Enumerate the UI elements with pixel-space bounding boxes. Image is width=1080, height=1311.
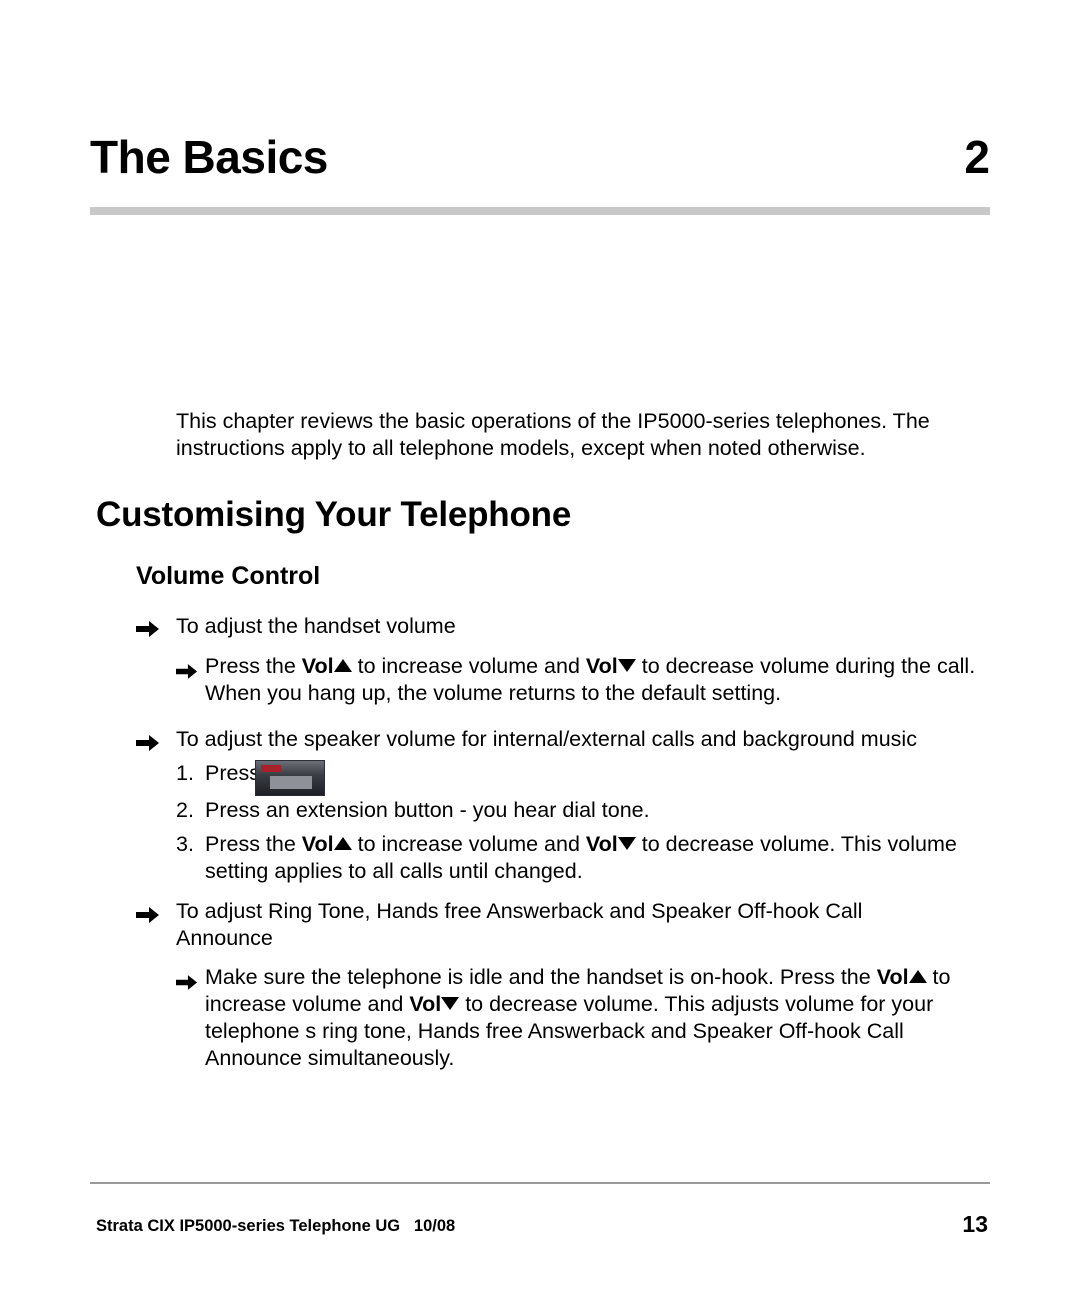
handset-volume-heading: To adjust the handset volume — [176, 614, 456, 638]
document-page: The Basics 2 This chapter reviews the ba… — [0, 0, 1080, 1311]
intro-paragraph: This chapter reviews the basic operation… — [176, 408, 991, 462]
intro-line-1: This chapter reviews the basic operation… — [176, 409, 930, 433]
arrow-bullet-icon — [176, 663, 198, 680]
handset-volume-step: Press the Vol to increase volume and Vol… — [205, 653, 1035, 707]
text-fragment: to decrease volume. This adjusts volume … — [459, 992, 934, 1016]
speaker-step-3-number: 3. — [176, 832, 194, 856]
speaker-step-2-text: Press an extension button - you hear dia… — [205, 798, 650, 822]
section-heading-1: Customising Your Telephone — [96, 495, 572, 534]
volume-up-triangle-icon — [333, 836, 352, 850]
section-heading-2: Volume Control — [136, 562, 321, 590]
speaker-volume-heading: To adjust the speaker volume for interna… — [176, 727, 917, 751]
footer-title-text: Strata CIX IP5000-series Telephone UG — [96, 1217, 401, 1235]
spkr-button-image — [255, 760, 325, 796]
volume-up-triangle-icon — [333, 658, 352, 672]
text-fragment: Press the — [205, 832, 302, 856]
volume-down-triangle-icon — [617, 836, 636, 850]
speaker-step-2-number: 2. — [176, 798, 194, 822]
text-fragment: to decrease volume during the call. — [635, 654, 976, 678]
ringtone-heading-line-1: To adjust Ring Tone, Hands free Answerba… — [176, 899, 863, 923]
vol-label: Vol — [301, 654, 334, 678]
vol-label: Vol — [409, 992, 442, 1016]
speaker-step-3-line-2: setting applies to all calls until chang… — [205, 859, 583, 883]
text-fragment: increase volume and — [205, 992, 410, 1016]
arrow-bullet-icon — [136, 620, 160, 638]
ringtone-heading: To adjust Ring Tone, Hands free Answerba… — [176, 898, 1046, 952]
handset-step-line-2: When you hang up, the volume returns to … — [205, 681, 782, 705]
handset-step-line-1: Press the Vol to increase volume and Vol… — [205, 653, 1035, 680]
speaker-step-1-number: 1. — [176, 761, 194, 785]
arrow-bullet-icon — [136, 734, 160, 752]
intro-line-2: instructions apply to all telephone mode… — [176, 436, 866, 460]
ringtone-body-line-1: Make sure the telephone is idle and the … — [205, 964, 1045, 991]
page-number: 13 — [962, 1211, 988, 1237]
volume-down-triangle-icon — [617, 658, 636, 672]
chapter-header: The Basics 2 — [90, 128, 990, 198]
text-fragment: to decrease volume. This volume — [635, 832, 957, 856]
speaker-step-1-text: Press — [205, 761, 260, 785]
volume-down-triangle-icon — [441, 996, 460, 1010]
ringtone-body-line-2: increase volume and Vol to decrease volu… — [205, 991, 1045, 1018]
speaker-step-3-line-1: Press the Vol to increase volume and Vol… — [205, 831, 1035, 858]
arrow-bullet-icon — [176, 974, 198, 991]
text-fragment: to — [926, 965, 951, 989]
text-fragment: to increase volume and — [351, 832, 586, 856]
arrow-bullet-icon — [136, 906, 160, 924]
chapter-number: 2 — [964, 131, 990, 183]
speaker-step-3-text: Press the Vol to increase volume and Vol… — [205, 831, 1035, 885]
ringtone-body-line-3: telephone s ring tone, Hands free Answer… — [205, 1019, 904, 1043]
ringtone-heading-line-2: Announce — [176, 926, 273, 950]
volume-up-triangle-icon — [908, 969, 927, 983]
vol-label: Vol — [876, 965, 909, 989]
key-label-plate — [270, 776, 312, 789]
footer-date: 10/08 — [413, 1217, 456, 1235]
footer-divider — [90, 1182, 990, 1184]
text-fragment: to increase volume and — [351, 654, 586, 678]
text-fragment: Make sure the telephone is idle and the … — [205, 965, 877, 989]
key-led-indicator — [261, 765, 281, 772]
ringtone-body: Make sure the telephone is idle and the … — [205, 964, 1045, 1072]
vol-label: Vol — [585, 654, 618, 678]
header-divider — [90, 207, 990, 215]
vol-label: Vol — [585, 832, 618, 856]
chapter-title: The Basics — [90, 131, 328, 183]
vol-label: Vol — [301, 832, 334, 856]
text-fragment: Press the — [205, 654, 302, 678]
ringtone-body-line-4: Announce simultaneously. — [205, 1046, 455, 1070]
footer-document-title: Strata CIX IP5000-series Telephone UG 10… — [96, 1216, 455, 1236]
